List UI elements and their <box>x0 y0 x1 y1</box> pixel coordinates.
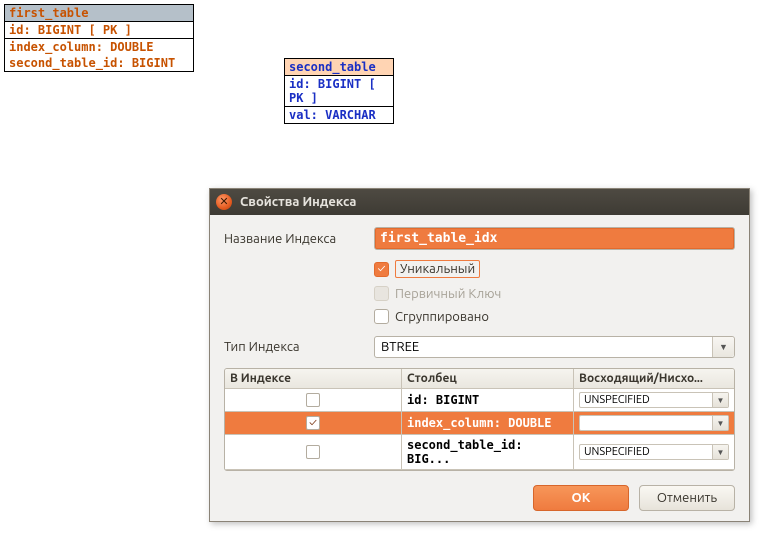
column-name-cell: index_column: DOUBLE <box>402 412 574 435</box>
order-select[interactable]: UNSPECIFIED▼ <box>579 392 729 408</box>
ok-button[interactable]: OK <box>533 485 629 511</box>
order-value: UNSPECIFIED <box>580 445 712 459</box>
table-row[interactable]: ✓ index_column: DOUBLE UNSPECIFIED▼ <box>225 412 734 435</box>
column-name-cell: id: BIGINT <box>402 389 574 412</box>
er-pk-row: id: BIGINT [ PK ] <box>285 76 393 106</box>
chevron-down-icon: ▼ <box>712 337 734 357</box>
order-cell[interactable]: UNSPECIFIED▼ <box>574 435 734 470</box>
er-col-row: second_table_id: BIGINT <box>5 55 193 71</box>
order-value: UNSPECIFIED <box>580 416 712 430</box>
er-col-row: index_column: DOUBLE <box>5 39 193 55</box>
close-icon[interactable]: ✕ <box>216 194 232 210</box>
chevron-down-icon: ▼ <box>712 445 728 459</box>
er-col-row: val: VARCHAR <box>285 107 393 123</box>
table-row[interactable]: id: BIGINT UNSPECIFIED▼ <box>225 389 734 412</box>
in-index-checkbox[interactable] <box>306 445 320 459</box>
order-select[interactable]: UNSPECIFIED▼ <box>579 415 729 431</box>
primary-key-label: Первичный Ключ <box>395 287 501 301</box>
in-index-cell[interactable] <box>225 389 402 412</box>
in-index-cell[interactable] <box>225 435 402 470</box>
columns-table: В Индексе Столбец Восходящий/Нисхо... id… <box>224 368 735 471</box>
label-index-name: Название Индекса <box>224 232 374 246</box>
index-type-select[interactable]: BTREE ▼ <box>374 336 735 358</box>
er-table-header: second_table <box>285 59 393 76</box>
col-header-column[interactable]: Столбец <box>402 369 574 389</box>
in-index-checkbox[interactable] <box>306 393 320 407</box>
unique-label: Уникальный <box>395 260 480 278</box>
er-pk-row: id: BIGINT [ PK ] <box>5 22 193 38</box>
index-properties-dialog: ✕ Свойства Индекса Название Индекса ✓ Ун… <box>209 188 750 522</box>
index-name-input[interactable] <box>374 227 735 250</box>
er-table-second[interactable]: second_table id: BIGINT [ PK ] val: VARC… <box>284 58 394 124</box>
er-table-first[interactable]: first_table id: BIGINT [ PK ] index_colu… <box>4 4 194 72</box>
clustered-label: Сгруппировано <box>395 310 489 324</box>
titlebar[interactable]: ✕ Свойства Индекса <box>210 189 749 215</box>
col-header-in-index[interactable]: В Индексе <box>225 369 402 389</box>
cancel-button[interactable]: Отменить <box>639 485 735 511</box>
in-index-checkbox[interactable]: ✓ <box>306 416 320 430</box>
in-index-cell[interactable]: ✓ <box>225 412 402 435</box>
unique-checkbox[interactable]: ✓ <box>374 262 389 277</box>
order-cell[interactable]: UNSPECIFIED▼ <box>574 389 734 412</box>
chevron-down-icon: ▼ <box>712 393 728 407</box>
label-index-type: Тип Индекса <box>224 340 374 354</box>
er-table-header: first_table <box>5 5 193 22</box>
index-type-value: BTREE <box>375 337 712 357</box>
order-value: UNSPECIFIED <box>580 393 712 407</box>
order-cell[interactable]: UNSPECIFIED▼ <box>574 412 734 435</box>
chevron-down-icon: ▼ <box>712 416 728 430</box>
dialog-title: Свойства Индекса <box>240 195 356 209</box>
clustered-checkbox[interactable] <box>374 309 389 324</box>
primary-key-checkbox <box>374 286 389 301</box>
order-select[interactable]: UNSPECIFIED▼ <box>579 444 729 460</box>
column-name-cell: second_table_id: BIG... <box>402 435 574 470</box>
table-row[interactable]: second_table_id: BIG... UNSPECIFIED▼ <box>225 435 734 470</box>
col-header-order[interactable]: Восходящий/Нисхо... <box>574 369 734 389</box>
